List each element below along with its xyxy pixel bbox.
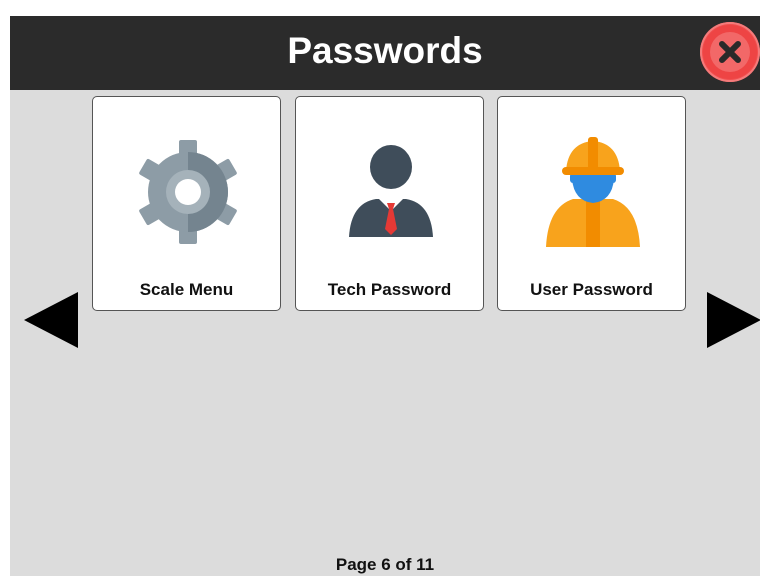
triangle-left-icon (24, 292, 78, 348)
next-page-button[interactable] (703, 290, 760, 350)
passwords-screen: Passwords Scale Menu Tech Password User … (10, 16, 760, 576)
tile-label: Tech Password (327, 280, 452, 299)
title-bar: Passwords (10, 16, 760, 90)
technician-icon (336, 133, 446, 251)
tile-label: User Password (530, 280, 653, 299)
close-button[interactable] (700, 22, 760, 82)
tile-user-password[interactable]: User Password (497, 96, 686, 311)
page-title: Passwords (287, 30, 483, 71)
tile-label: Scale Menu (139, 280, 234, 299)
page-indicator: Page 6 of 11 (335, 555, 435, 574)
previous-page-button[interactable] (22, 290, 82, 350)
tile-tech-password[interactable]: Tech Password (295, 96, 484, 311)
gear-icon (133, 133, 243, 251)
worker-hardhat-icon (538, 133, 648, 251)
tile-scale-menu[interactable]: Scale Menu (92, 96, 281, 311)
close-icon (703, 25, 757, 79)
triangle-right-icon (707, 292, 760, 348)
